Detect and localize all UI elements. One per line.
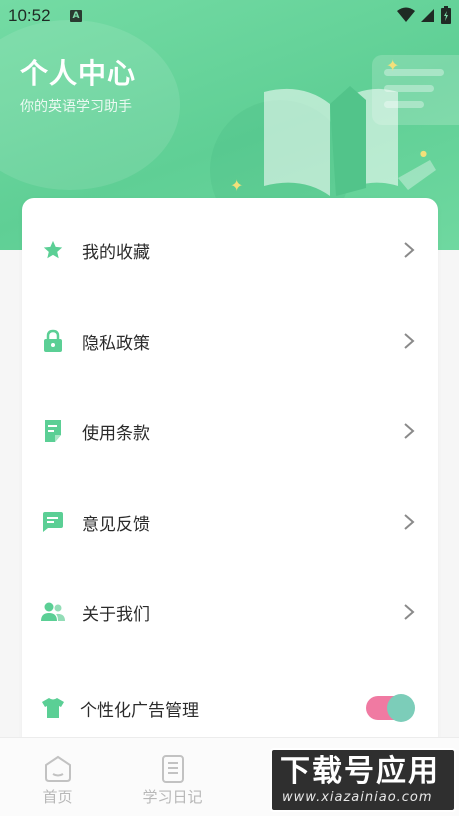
menu-item-privacy[interactable]: 隐私政策 (22, 296, 438, 386)
toggle-knob (387, 694, 415, 722)
watermark-url: www.xiazainiao.com (282, 790, 433, 805)
sparkle-icon: ✦ (230, 176, 244, 195)
nav-tab-home[interactable]: 首页 (0, 754, 115, 807)
chevron-right-icon (404, 514, 415, 530)
chevron-right-icon (404, 333, 415, 349)
shirt-icon (41, 696, 65, 720)
menu-item-label: 关于我们 (82, 604, 150, 625)
wifi-icon (397, 7, 415, 22)
menu-item-about[interactable]: 关于我们 (22, 567, 438, 657)
menu-item-label: 隐私政策 (82, 333, 150, 354)
ad-setting-label: 个性化广告管理 (80, 700, 199, 721)
watermark-logo: 下载号应用 www.xiazainiao.com (270, 748, 456, 812)
sparkle-icon: ✦ (386, 56, 400, 75)
settings-card: 我的收藏 隐私政策 使用条款 意见反馈 关于我们 个性化广告管理 (22, 198, 438, 768)
menu-item-favorites[interactable]: 我的收藏 (22, 205, 438, 295)
page-title: 个人中心 (20, 57, 137, 90)
signal-icon (421, 9, 434, 22)
menu-item-label: 我的收藏 (82, 242, 150, 263)
menu-item-label: 意见反馈 (82, 514, 150, 535)
battery-icon (441, 6, 451, 24)
feedback-icon (41, 510, 65, 534)
home-icon (44, 755, 71, 782)
chevron-right-icon (404, 242, 415, 258)
nav-tab-diary[interactable]: 学习日记 (115, 754, 230, 807)
page-subtitle: 你的英语学习助手 (20, 99, 132, 115)
watermark-title: 下载号应用 (280, 754, 440, 789)
menu-item-feedback[interactable]: 意见反馈 (22, 477, 438, 567)
status-bar: 10:52 A (0, 0, 459, 34)
nav-tab-label: 学习日记 (142, 788, 203, 806)
notification-a-icon: A (70, 10, 82, 22)
menu-item-label: 使用条款 (82, 423, 150, 444)
nav-tab-label: 首页 (42, 788, 73, 806)
diary-icon (161, 755, 184, 783)
users-icon (41, 600, 65, 624)
lock-icon (41, 329, 65, 353)
book-illustration-icon (264, 86, 436, 196)
chevron-right-icon (404, 423, 415, 439)
status-time: 10:52 (8, 6, 51, 25)
menu-item-terms[interactable]: 使用条款 (22, 386, 438, 476)
chevron-right-icon (404, 604, 415, 620)
document-icon (41, 419, 65, 443)
star-icon (41, 238, 65, 262)
ad-toggle-switch[interactable] (366, 694, 415, 722)
